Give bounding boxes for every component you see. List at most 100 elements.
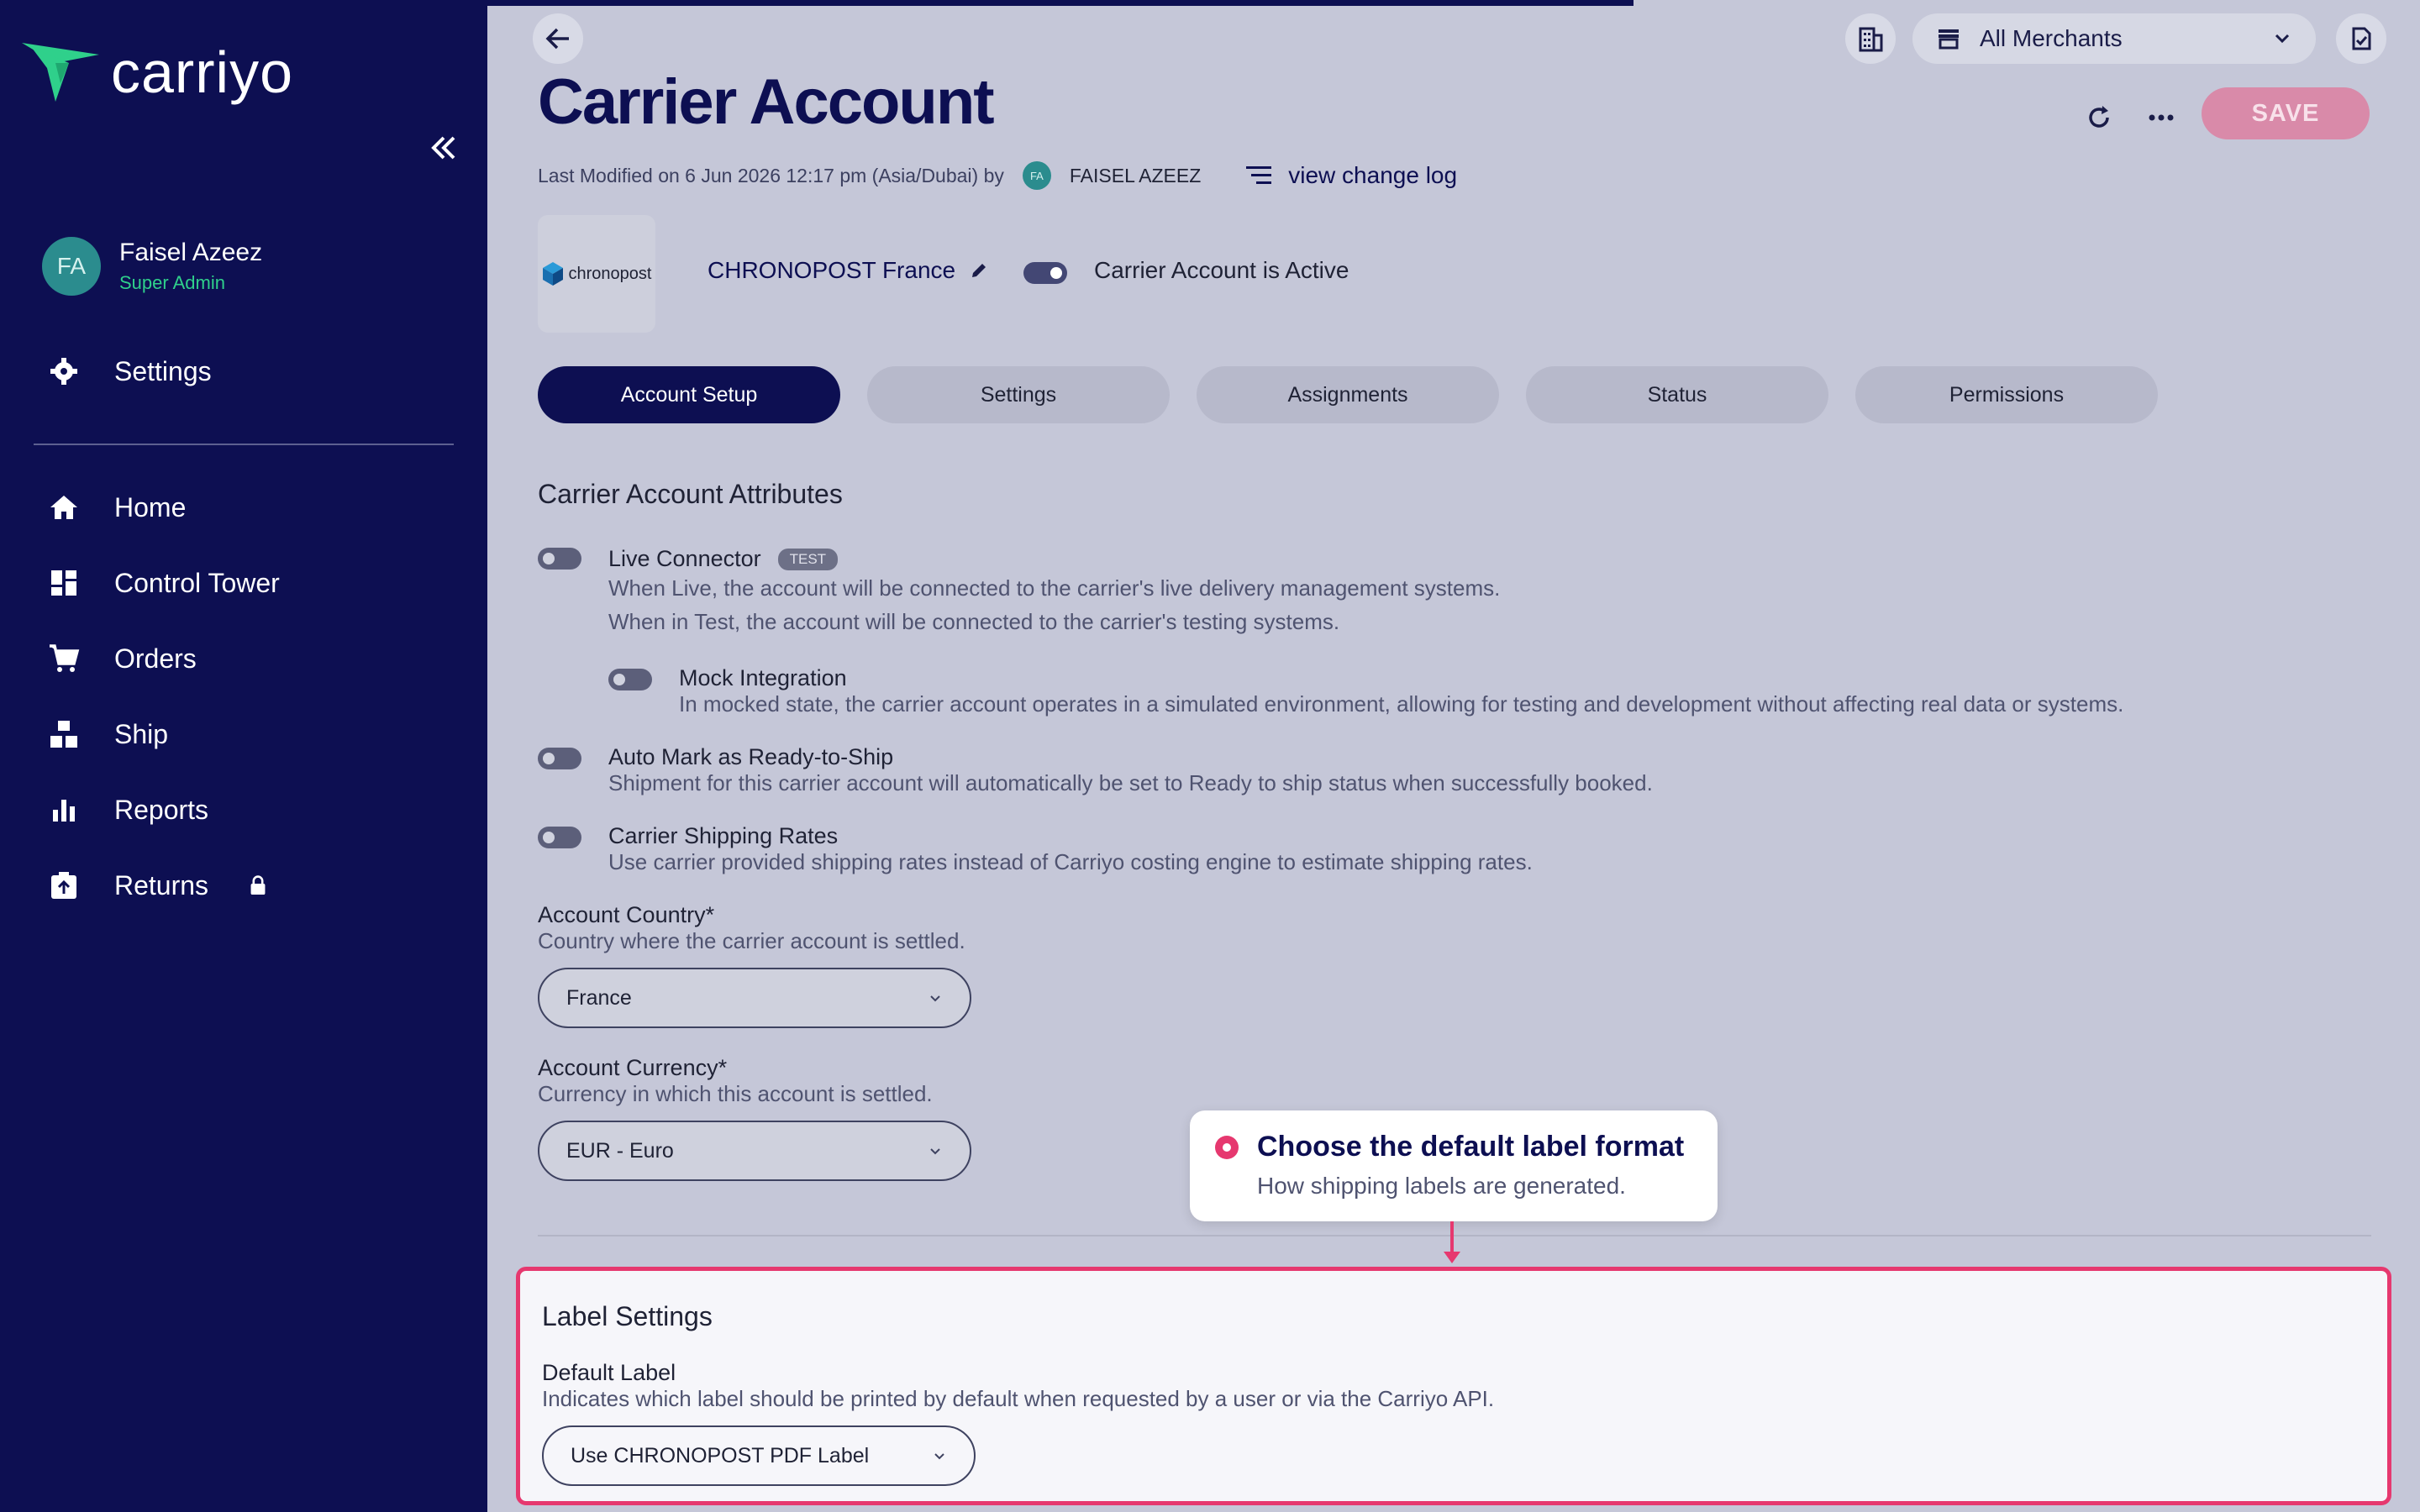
gear-icon (50, 358, 77, 385)
tooltip-indicator-icon (1215, 1136, 1239, 1159)
last-modified-text: Last Modified on 6 Jun 2026 12:17 pm (As… (538, 164, 1004, 186)
sidebar-divider (34, 444, 454, 445)
page-title: Carrier Account (538, 66, 995, 138)
merchant-select[interactable]: All Merchants (1912, 13, 2316, 64)
sidebar-item-ship[interactable]: Ship (47, 717, 168, 751)
return-box-icon (51, 872, 76, 899)
user-profile[interactable]: FA Faisel Azeez Super Admin (42, 237, 262, 296)
building-icon (1859, 27, 1883, 52)
view-change-log-link[interactable]: view change log (1244, 162, 1457, 189)
document-button[interactable] (2336, 13, 2386, 64)
attributes-heading: Carrier Account Attributes (538, 479, 843, 509)
change-log-label: view change log (1288, 162, 1458, 188)
user-name: Faisel Azeez (119, 239, 263, 266)
shipping-rates-toggle[interactable] (538, 827, 581, 848)
list-icon (1246, 166, 1272, 184)
default-label-value: Use CHRONOPOST PDF Label (571, 1443, 870, 1467)
back-button[interactable] (533, 13, 583, 64)
carrier-logo-text: chronopost (568, 264, 652, 283)
sidebar-item-returns[interactable]: Returns (47, 869, 269, 902)
tab-permissions[interactable]: Permissions (1855, 366, 2158, 423)
user-role: Super Admin (119, 272, 225, 293)
merchant-select-value: All Merchants (1980, 25, 2123, 51)
tooltip-arrowhead (1444, 1252, 1460, 1263)
modifier-avatar: FA (1022, 161, 1051, 190)
default-label-desc: Indicates which label should be printed … (542, 1386, 1495, 1411)
boxes-icon (50, 721, 77, 748)
section-divider (538, 1235, 2371, 1236)
loading-progress-bar (487, 0, 1634, 6)
live-connector-desc-1: When Live, the account will be connected… (608, 575, 1501, 601)
sidebar-item-reports[interactable]: Reports (47, 793, 208, 827)
tab-settings[interactable]: Settings (867, 366, 1170, 423)
sidebar-item-home[interactable]: Home (47, 491, 186, 524)
sidebar-item-control-tower[interactable]: Control Tower (47, 566, 280, 600)
organization-button[interactable] (1845, 13, 1896, 64)
modifier-name: FAISEL AZEEZ (1069, 164, 1202, 186)
document-check-icon (2352, 27, 2371, 50)
label-settings-heading: Label Settings (542, 1301, 713, 1331)
account-country-value: France (566, 985, 632, 1010)
sidebar-item-label: Returns (114, 869, 209, 900)
carrier-active-label: Carrier Account is Active (1094, 257, 1349, 283)
chevron-down-icon (930, 995, 940, 1002)
mock-integration-desc: In mocked state, the carrier account ope… (679, 691, 2124, 717)
account-currency-desc: Currency in which this account is settle… (538, 1081, 933, 1106)
live-connector-toggle[interactable] (538, 548, 581, 570)
sidebar-item-label: Settings (114, 355, 212, 386)
mock-integration-toggle[interactable] (608, 669, 652, 690)
last-modified-info: Last Modified on 6 Jun 2026 12:17 pm (As… (538, 161, 1457, 190)
sidebar-item-label: Ship (114, 718, 169, 749)
live-connector-desc-2: When in Test, the account will be connec… (608, 609, 1340, 634)
arrow-left-icon (545, 28, 569, 50)
refresh-icon[interactable] (2082, 101, 2116, 134)
sidebar-item-settings[interactable]: Settings (47, 354, 212, 388)
collapse-sidebar-icon[interactable] (427, 131, 460, 165)
carriyo-bird-icon (22, 43, 99, 102)
label-settings-panel: Label Settings Default Label Indicates w… (516, 1267, 2391, 1505)
shipping-rates-desc: Use carrier provided shipping rates inst… (608, 849, 1533, 874)
chronopost-cube-icon (542, 262, 563, 286)
chevron-down-icon (934, 1453, 944, 1460)
test-badge: TEST (777, 548, 839, 570)
avatar: FA (42, 237, 101, 296)
bar-chart-icon (53, 800, 75, 822)
account-currency-value: EUR - Euro (566, 1138, 674, 1163)
sidebar-item-label: Reports (114, 794, 209, 825)
home-icon (50, 496, 77, 519)
live-connector-label: Live Connector (608, 546, 761, 571)
sidebar-item-label: Control Tower (114, 567, 280, 598)
live-connector-title: Live Connector TEST (608, 546, 839, 572)
auto-mark-desc: Shipment for this carrier account will a… (608, 770, 1653, 795)
pencil-icon[interactable] (969, 260, 989, 281)
cart-icon (50, 644, 80, 672)
more-options-icon[interactable] (2144, 101, 2178, 134)
sidebar-item-orders[interactable]: Orders (47, 642, 197, 675)
tab-status[interactable]: Status (1526, 366, 1828, 423)
default-label-select[interactable]: Use CHRONOPOST PDF Label (542, 1425, 976, 1486)
tab-assignments[interactable]: Assignments (1197, 366, 1499, 423)
carrier-name-text: CHRONOPOST France (708, 257, 956, 283)
chevron-down-icon (2275, 34, 2290, 44)
carrier-name[interactable]: CHRONOPOST France (708, 257, 989, 284)
sidebar: carriyo FA Faisel Azeez Super Admin Sett… (0, 0, 487, 1512)
store-icon (1939, 29, 1959, 50)
brand-name: carriyo (111, 39, 294, 105)
save-button[interactable]: SAVE (2202, 87, 2370, 139)
sidebar-item-label: Orders (114, 643, 197, 674)
auto-mark-toggle[interactable] (538, 748, 581, 769)
account-country-desc: Country where the carrier account is set… (538, 928, 965, 953)
carrier-active-toggle[interactable] (1023, 262, 1067, 284)
account-currency-select[interactable]: EUR - Euro (538, 1121, 971, 1181)
dashboard-icon (51, 570, 76, 596)
sidebar-item-label: Home (114, 491, 187, 522)
brand-logo[interactable]: carriyo (22, 39, 293, 106)
onboarding-tooltip: Choose the default label format How ship… (1190, 1110, 1718, 1221)
carrier-logo: chronopost (538, 215, 655, 333)
tooltip-title: Choose the default label format (1257, 1131, 1685, 1163)
tooltip-subtitle: How shipping labels are generated. (1257, 1173, 1626, 1199)
account-country-select[interactable]: France (538, 968, 971, 1028)
lock-icon (250, 875, 266, 895)
tab-account-setup[interactable]: Account Setup (538, 366, 840, 423)
chevron-down-icon (930, 1148, 940, 1155)
